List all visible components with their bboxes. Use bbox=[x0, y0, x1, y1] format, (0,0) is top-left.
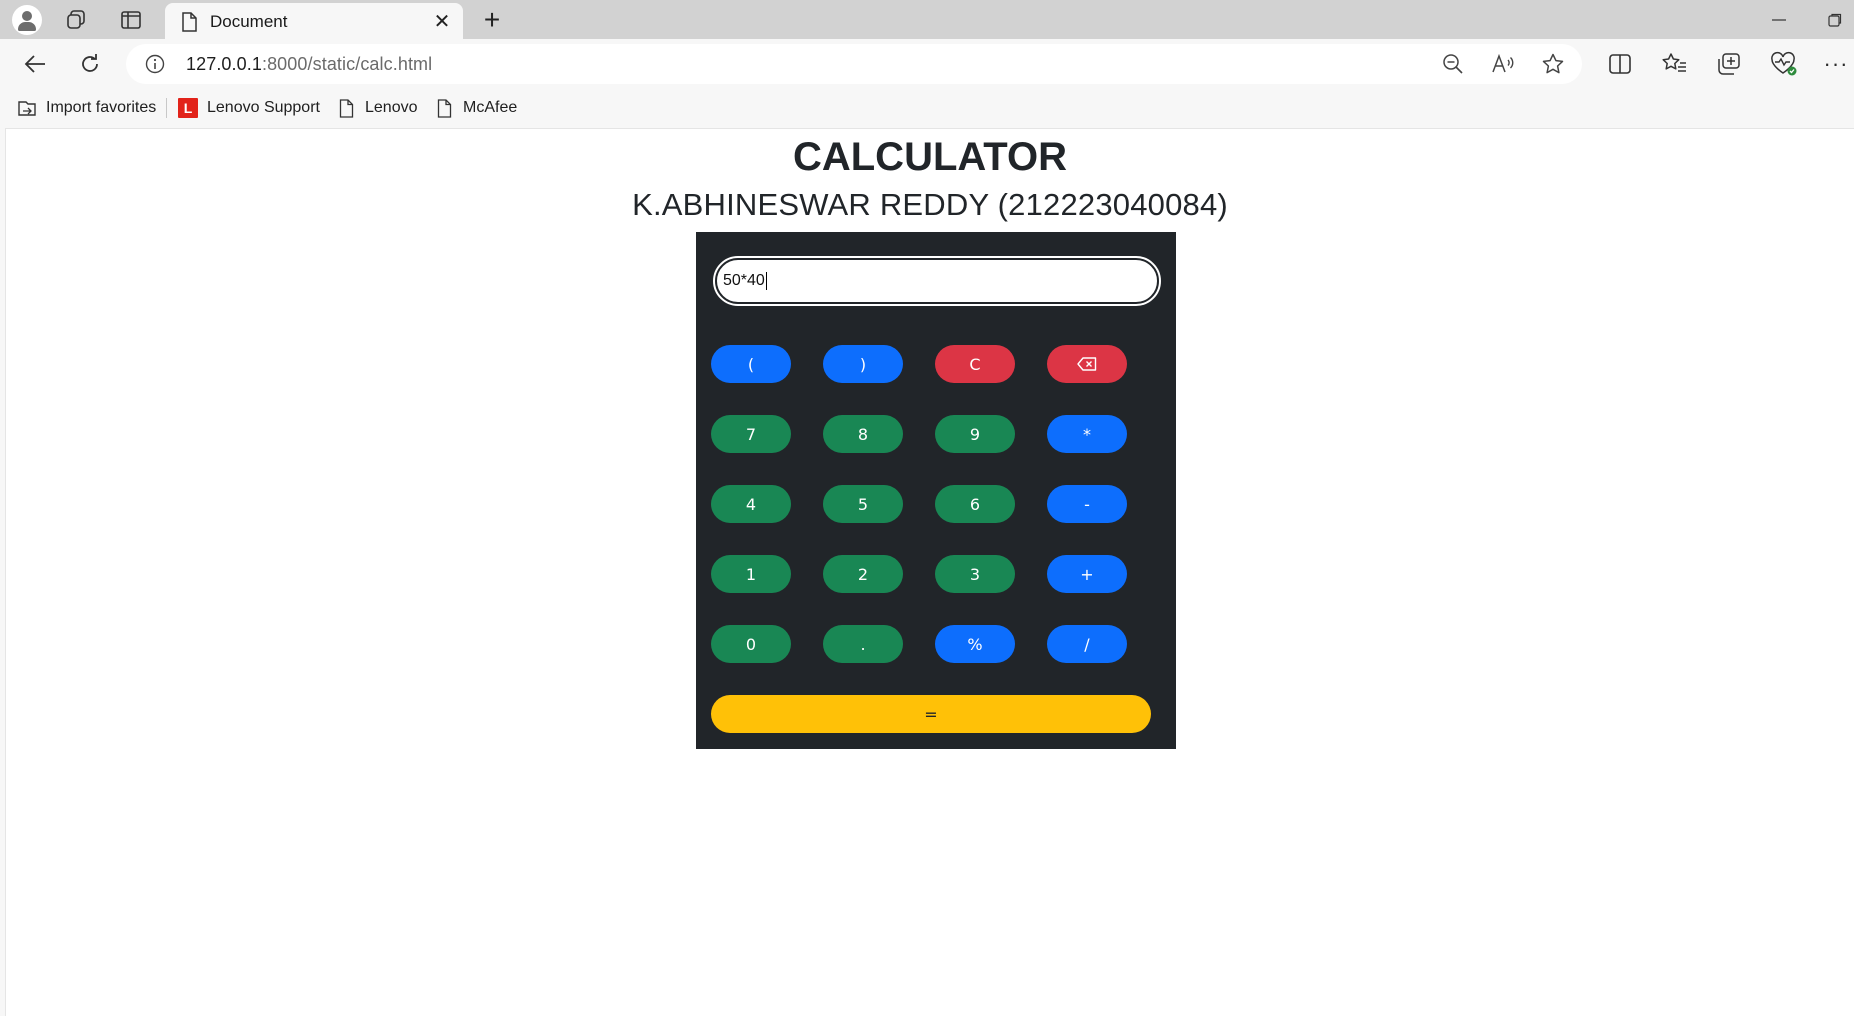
back-icon[interactable] bbox=[20, 49, 50, 79]
tab-bar: Document ✕ + bbox=[0, 0, 1854, 39]
digit-1-button[interactable]: 1 bbox=[711, 555, 791, 593]
digit-6-button[interactable]: 6 bbox=[935, 485, 1015, 523]
digit-2-button[interactable]: 2 bbox=[823, 555, 903, 593]
browser-essentials-icon[interactable] bbox=[1770, 51, 1798, 77]
bookmark-label: Lenovo bbox=[365, 99, 418, 116]
collections-icon[interactable] bbox=[1716, 51, 1742, 77]
restore-icon[interactable] bbox=[1820, 6, 1850, 34]
import-icon bbox=[17, 98, 37, 118]
bookmark-lenovo-support[interactable]: L Lenovo Support bbox=[178, 97, 320, 119]
subtract-button[interactable]: - bbox=[1047, 485, 1127, 523]
open-paren-button[interactable]: ( bbox=[711, 345, 791, 383]
workspaces-icon[interactable] bbox=[64, 8, 88, 32]
zoom-out-icon[interactable] bbox=[1442, 53, 1464, 75]
new-tab-icon[interactable]: + bbox=[478, 4, 506, 35]
bookmark-label: McAfee bbox=[463, 99, 518, 116]
calculator-display-input[interactable]: 50*40 bbox=[713, 256, 1161, 306]
equals-button[interactable]: = bbox=[711, 695, 1151, 733]
add-favorite-star-icon[interactable] bbox=[1541, 52, 1565, 76]
vertical-tabs-icon[interactable] bbox=[119, 8, 143, 32]
digit-9-button[interactable]: 9 bbox=[935, 415, 1015, 453]
bookmark-label: Lenovo Support bbox=[207, 99, 320, 116]
tab-title: Document bbox=[210, 12, 288, 31]
favorites-icon[interactable] bbox=[1661, 51, 1687, 77]
page-icon bbox=[336, 98, 356, 118]
read-aloud-icon[interactable] bbox=[1491, 53, 1515, 75]
bookmark-lenovo[interactable]: Lenovo bbox=[336, 97, 418, 119]
url-text[interactable]: 127.0.0.1:8000/static/calc.html bbox=[186, 54, 432, 75]
digit-4-button[interactable]: 4 bbox=[711, 485, 791, 523]
close-tab-icon[interactable]: ✕ bbox=[431, 10, 453, 33]
lenovo-logo-icon: L bbox=[178, 98, 198, 118]
navigation-bar: 127.0.0.1:8000/static/calc.html ··· bbox=[0, 39, 1854, 89]
favorites-bar: Import favorites L Lenovo Support Lenovo… bbox=[0, 89, 1854, 127]
split-screen-icon[interactable] bbox=[1607, 51, 1633, 77]
page-icon bbox=[434, 98, 454, 118]
backspace-icon bbox=[1077, 357, 1097, 371]
minimize-icon[interactable] bbox=[1764, 6, 1794, 34]
decimal-button[interactable]: . bbox=[823, 625, 903, 663]
close-paren-button[interactable]: ) bbox=[823, 345, 903, 383]
add-button[interactable]: + bbox=[1047, 555, 1127, 593]
digit-8-button[interactable]: 8 bbox=[823, 415, 903, 453]
backspace-button[interactable] bbox=[1047, 345, 1127, 383]
digit-5-button[interactable]: 5 bbox=[823, 485, 903, 523]
calculator-panel: 50*40 ( ) C 7 8 9 * 4 5 6 - 1 2 3 + 0 . … bbox=[696, 232, 1176, 749]
tab-document[interactable]: Document ✕ bbox=[165, 3, 463, 39]
bookmark-label: Import favorites bbox=[46, 99, 157, 116]
clear-button[interactable]: C bbox=[935, 345, 1015, 383]
bookmark-import-favorites[interactable]: Import favorites bbox=[17, 97, 156, 119]
bookmark-divider bbox=[166, 98, 167, 118]
digit-0-button[interactable]: 0 bbox=[711, 625, 791, 663]
profile-icon[interactable] bbox=[12, 5, 42, 35]
bookmark-mcafee[interactable]: McAfee bbox=[434, 97, 517, 119]
page-viewport: CALCULATOR K.ABHINESWAR REDDY (212223040… bbox=[5, 128, 1854, 1016]
page-subtitle: K.ABHINESWAR REDDY (212223040084) bbox=[632, 187, 1228, 222]
percent-button[interactable]: % bbox=[935, 625, 1015, 663]
multiply-button[interactable]: * bbox=[1047, 415, 1127, 453]
more-options-icon[interactable]: ··· bbox=[1823, 51, 1849, 77]
text-caret bbox=[765, 272, 767, 290]
address-bar[interactable]: 127.0.0.1:8000/static/calc.html bbox=[126, 44, 1582, 84]
divide-button[interactable]: / bbox=[1047, 625, 1127, 663]
site-info-icon[interactable] bbox=[145, 54, 165, 74]
page-icon bbox=[181, 12, 199, 32]
display-value: 50*40 bbox=[723, 272, 765, 289]
digit-7-button[interactable]: 7 bbox=[711, 415, 791, 453]
digit-3-button[interactable]: 3 bbox=[935, 555, 1015, 593]
page-title: CALCULATOR bbox=[792, 135, 1068, 179]
reload-icon[interactable] bbox=[75, 49, 105, 79]
